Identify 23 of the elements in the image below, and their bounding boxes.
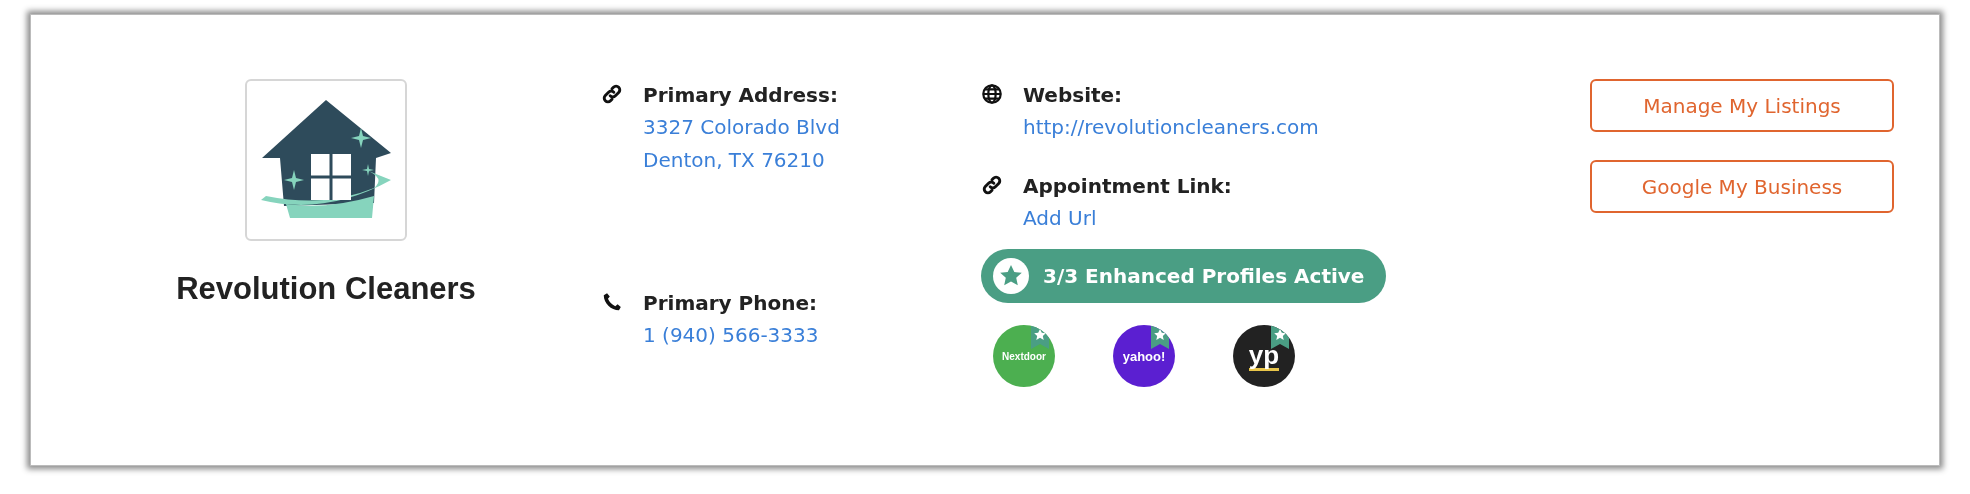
link-icon xyxy=(601,83,623,105)
add-url-link[interactable]: Add Url xyxy=(1023,202,1097,235)
address-link[interactable]: 3327 Colorado Blvd xyxy=(643,111,840,144)
profile-logo[interactable]: Nextdoor xyxy=(993,325,1055,387)
address-label: Primary Address: xyxy=(643,82,839,109)
business-name: Revolution Cleaners xyxy=(176,271,476,307)
appointment-label: Appointment Link: xyxy=(1023,173,1233,200)
profile-logo[interactable]: yp xyxy=(1233,325,1295,387)
enhanced-profiles-badge: 3/3 Enhanced Profiles Active xyxy=(981,249,1387,303)
profile-logo[interactable]: yahoo! xyxy=(1113,325,1175,387)
star-ribbon-icon xyxy=(1031,325,1049,349)
address-link[interactable]: Denton, TX 76210 xyxy=(643,144,825,177)
link-icon xyxy=(981,174,1003,196)
star-ribbon-icon xyxy=(1271,325,1289,349)
phone-link[interactable]: 1 (940) 566-3333 xyxy=(643,319,819,352)
globe-icon xyxy=(981,83,1003,105)
phone-label: Primary Phone: xyxy=(643,290,818,317)
website-link[interactable]: http://revolutioncleaners.com xyxy=(1023,111,1319,144)
phone-icon xyxy=(601,291,623,313)
website-label: Website: xyxy=(1023,82,1124,109)
action-button[interactable]: Google My Business xyxy=(1590,160,1894,213)
star-ribbon-icon xyxy=(1151,325,1169,349)
action-button[interactable]: Manage My Listings xyxy=(1590,79,1894,132)
